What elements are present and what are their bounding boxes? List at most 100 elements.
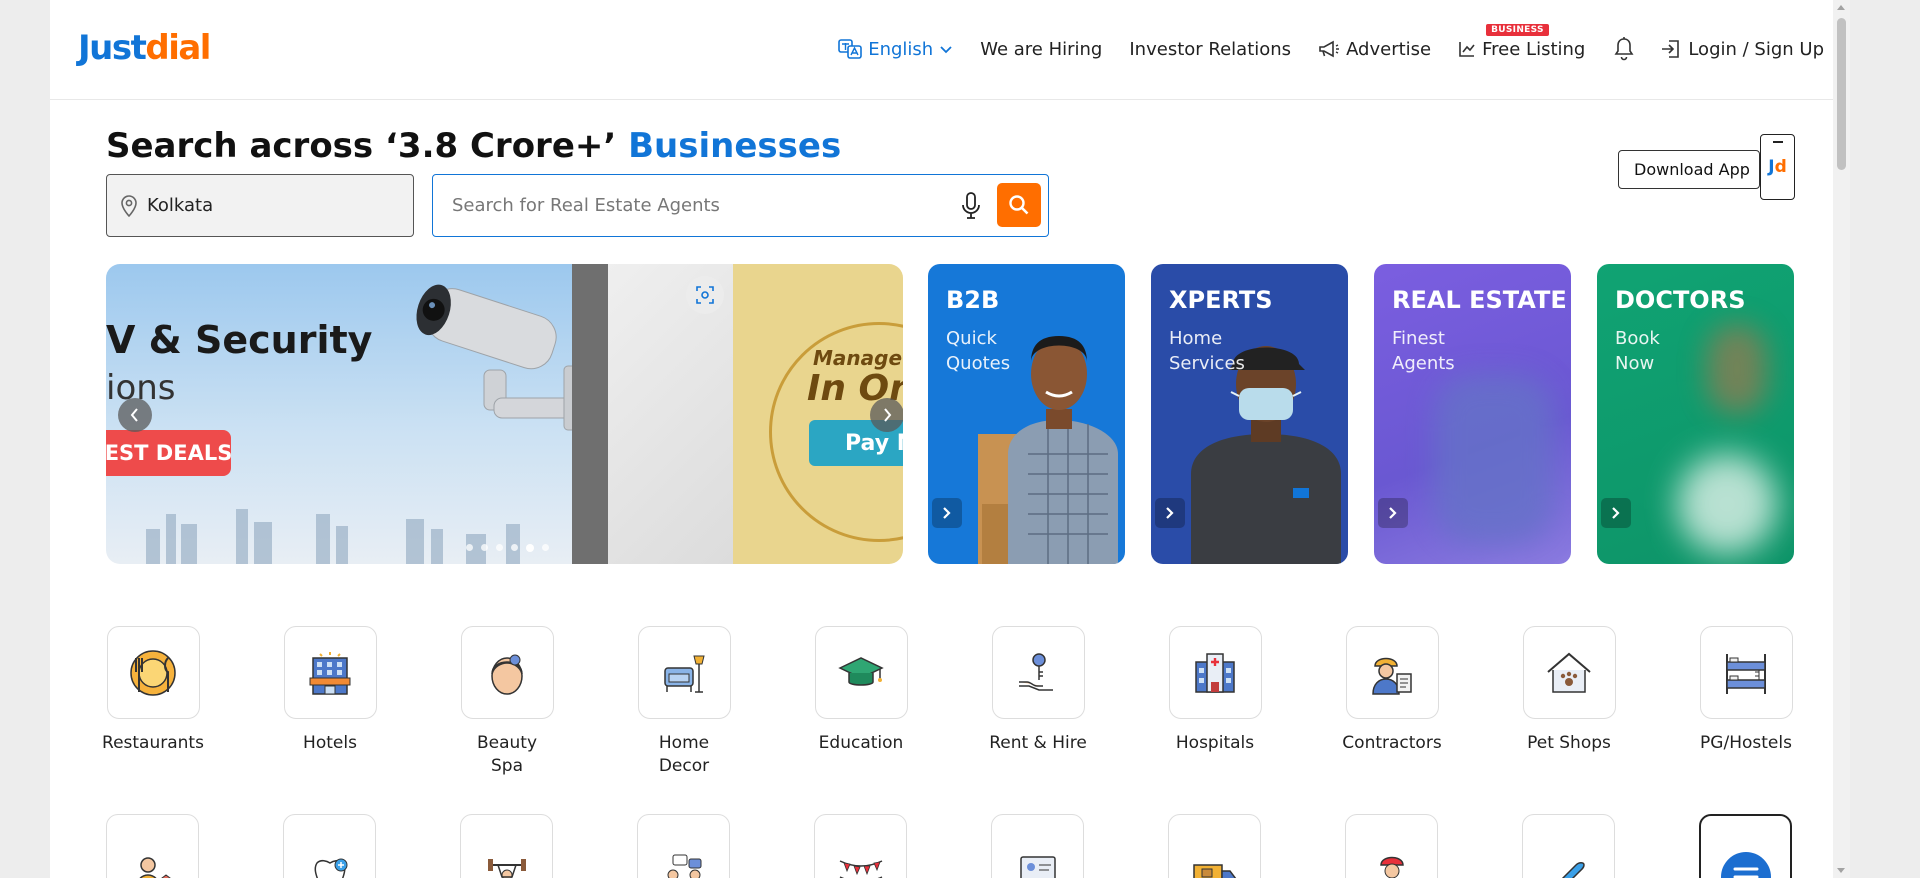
category-contractors[interactable]: Contractors — [1317, 626, 1467, 755]
category-tile[interactable] — [814, 814, 907, 878]
dentist-icon — [314, 858, 347, 878]
category-hospitals[interactable]: Hospitals — [1140, 626, 1290, 755]
search-button[interactable] — [997, 183, 1041, 227]
location-pin-icon — [121, 194, 137, 217]
category-tile[interactable] — [106, 814, 199, 878]
phone-app-icon[interactable]: Jd — [1760, 134, 1795, 200]
city-skyline-image — [146, 509, 520, 564]
top-header: Justdial English We are Hiring Investor … — [50, 0, 1850, 100]
justdial-logo[interactable]: Justdial — [78, 28, 211, 68]
language-selector[interactable]: English — [838, 38, 953, 60]
voice-search-button[interactable] — [960, 191, 982, 225]
microphone-icon — [962, 192, 980, 219]
top-nav: English We are Hiring Investor Relations… — [838, 23, 1824, 62]
carousel-prev-button[interactable] — [118, 398, 152, 432]
pg-hostel-icon — [1726, 653, 1766, 694]
chevron-right-icon — [1612, 507, 1620, 519]
translate-icon — [838, 39, 863, 59]
search-box — [432, 174, 1049, 237]
event-planner-icon — [667, 854, 701, 878]
carousel-dot[interactable] — [496, 544, 503, 551]
category-pet-shops[interactable]: Pet Shops — [1494, 626, 1644, 755]
carousel-dot[interactable] — [526, 544, 534, 552]
category-tile[interactable] — [283, 814, 376, 878]
login-icon — [1662, 40, 1680, 58]
business-badge: BUSINESS — [1486, 23, 1549, 36]
category-tile[interactable] — [991, 814, 1084, 878]
page: Justdial English We are Hiring Investor … — [50, 0, 1850, 878]
courier-icon — [1379, 856, 1404, 878]
menu-icon — [1720, 851, 1771, 878]
wedding-icon — [839, 859, 882, 878]
chevron-down-icon — [940, 46, 952, 54]
scan-icon — [696, 286, 714, 304]
promo-card-real-estate[interactable]: REAL ESTATE Finest Agents — [1374, 264, 1571, 564]
chevron-right-icon — [1166, 507, 1174, 519]
login-signup-link[interactable]: Login / Sign Up — [1660, 38, 1824, 60]
scan-button[interactable] — [686, 276, 724, 314]
driving-school-icon — [1019, 855, 1056, 878]
hotel-icon — [309, 651, 351, 695]
real-estate-agent-icon — [138, 856, 171, 878]
real-estate-image — [1434, 374, 1554, 544]
category-education[interactable]: Education — [786, 626, 936, 755]
chevron-right-icon — [884, 408, 892, 422]
best-deals-button[interactable]: EST DEALS — [106, 430, 232, 476]
cctv-slide: V & Security ions EST DEALS — [106, 264, 608, 564]
location-input[interactable]: Kolkata — [106, 174, 414, 237]
restaurant-icon — [130, 649, 176, 696]
doctor-image — [1677, 454, 1777, 554]
advertise-link[interactable]: Advertise — [1318, 39, 1431, 60]
hero-carousel[interactable]: V & Security ions EST DEALS Manage & In … — [106, 264, 903, 564]
category-tile[interactable] — [637, 814, 730, 878]
carousel-dot[interactable] — [481, 544, 488, 551]
category-rent-hire[interactable]: Rent & Hire — [963, 626, 1113, 755]
chevron-left-icon — [130, 408, 138, 422]
trending-up-icon — [1459, 42, 1475, 57]
search-input[interactable] — [452, 195, 932, 216]
carousel-next-button[interactable] — [870, 398, 903, 432]
carousel-dots — [466, 544, 557, 552]
wall-edge — [572, 264, 608, 564]
chevron-right-icon — [943, 507, 951, 519]
promo-card-b2b[interactable]: B2B Quick Quotes — [928, 264, 1125, 564]
airplane-icon — [1559, 861, 1585, 878]
search-icon — [1009, 195, 1029, 215]
category-tile[interactable] — [1345, 814, 1438, 878]
beauty-spa-icon — [491, 654, 523, 695]
xperts-arrow-button[interactable] — [1155, 498, 1185, 528]
real-estate-arrow-button[interactable] — [1378, 498, 1408, 528]
category-restaurants[interactable]: Restaurants — [78, 626, 228, 755]
carousel-dot[interactable] — [542, 544, 549, 551]
doctors-arrow-button[interactable] — [1601, 498, 1631, 528]
category-home-decor[interactable]: Home Decor — [609, 626, 759, 778]
chevron-right-icon — [1389, 507, 1397, 519]
promo-card-xperts[interactable]: XPERTS Home Services — [1151, 264, 1348, 564]
banner-title: V & Security — [106, 318, 373, 362]
category-tile[interactable] — [1522, 814, 1615, 878]
promo-card-doctors[interactable]: DOCTORS Book Now — [1597, 264, 1794, 564]
category-tile-more[interactable] — [1699, 814, 1792, 878]
vertical-scrollbar[interactable] — [1833, 0, 1850, 878]
category-tile[interactable] — [460, 814, 553, 878]
category-pg-hostels[interactable]: PG/Hostels — [1671, 626, 1821, 755]
scroll-down-arrow-icon[interactable] — [1837, 868, 1845, 873]
category-tile[interactable] — [1168, 814, 1261, 878]
free-listing-link[interactable]: BUSINESS Free Listing — [1458, 23, 1585, 60]
rent-hire-icon — [1019, 652, 1053, 691]
download-app-button[interactable]: Download App — [1618, 150, 1760, 189]
packers-movers-icon — [1192, 863, 1237, 878]
contractor-icon — [1372, 657, 1412, 695]
pet-shop-icon — [1547, 652, 1591, 693]
we-are-hiring-link[interactable]: We are Hiring — [980, 39, 1102, 60]
investor-relations-link[interactable]: Investor Relations — [1129, 39, 1291, 60]
carousel-dot[interactable] — [466, 544, 473, 551]
home-decor-icon — [664, 655, 705, 693]
scroll-up-arrow-icon[interactable] — [1837, 5, 1845, 10]
category-hotels[interactable]: Hotels — [255, 626, 405, 755]
scrollbar-thumb[interactable] — [1837, 18, 1846, 170]
carousel-dot[interactable] — [511, 544, 518, 551]
category-beauty-spa[interactable]: Beauty Spa — [432, 626, 582, 778]
b2b-arrow-button[interactable] — [932, 498, 962, 528]
notification-bell[interactable] — [1612, 36, 1642, 62]
